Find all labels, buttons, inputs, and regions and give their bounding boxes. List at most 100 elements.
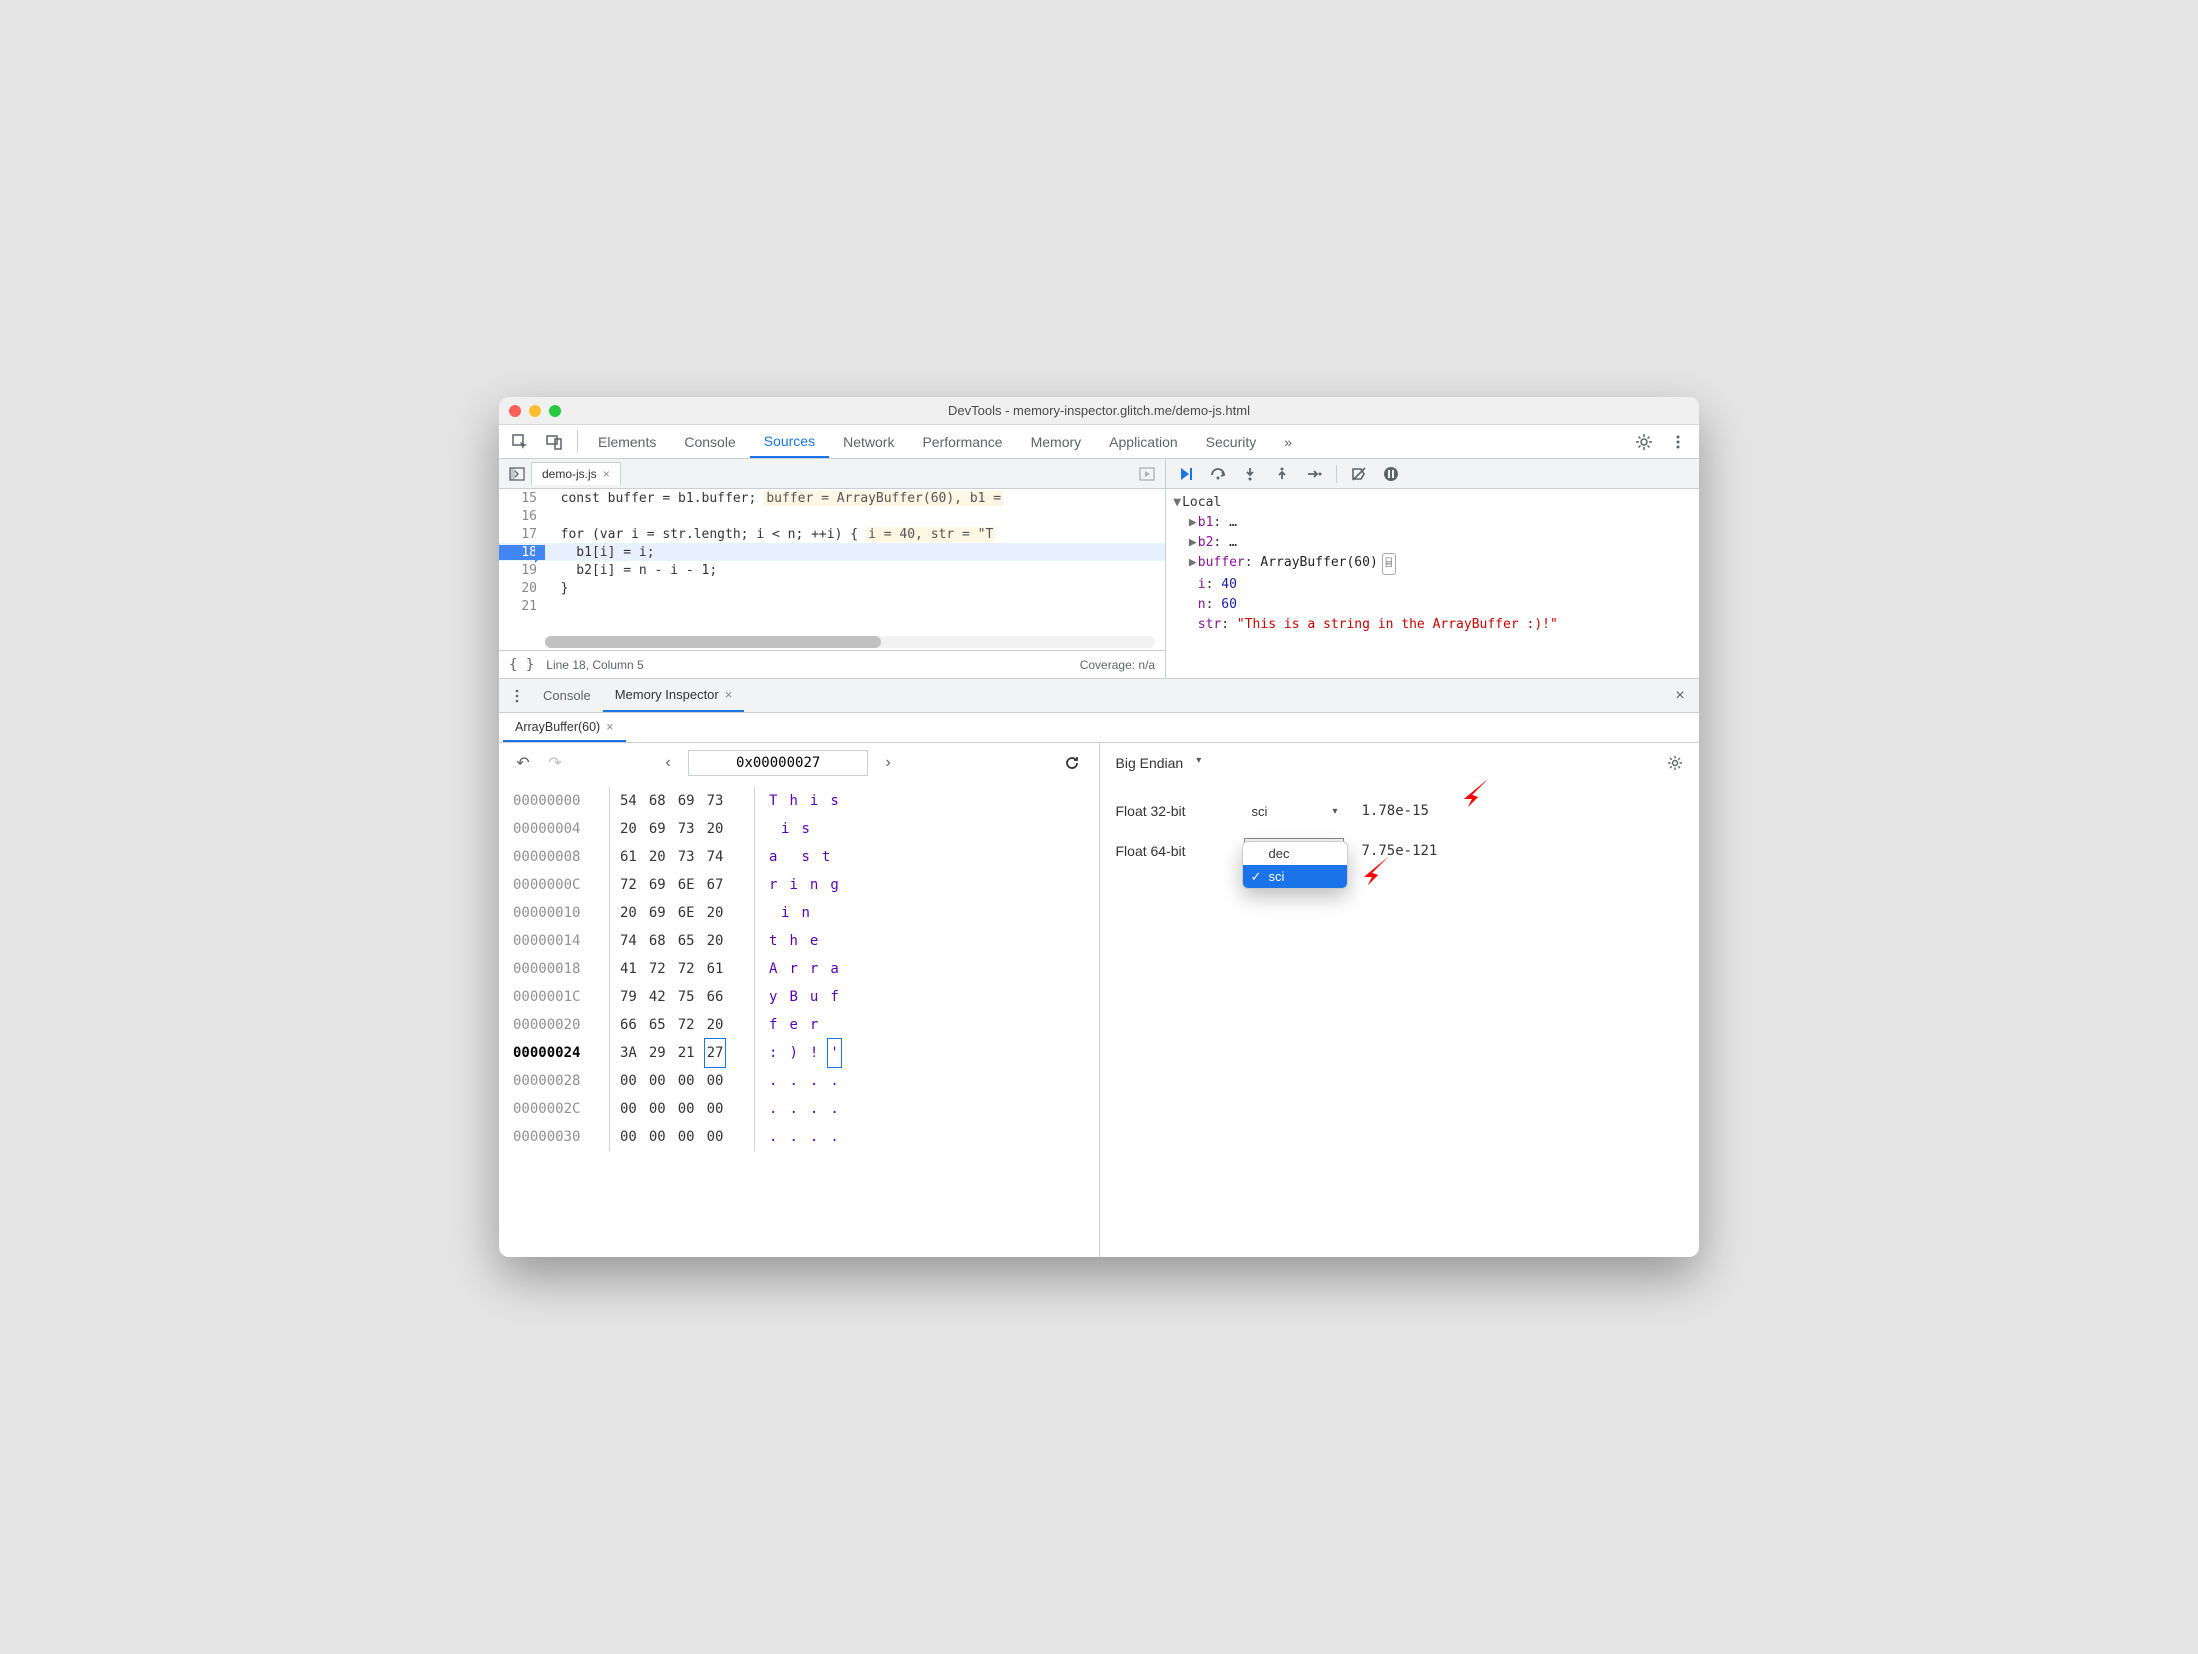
drawer-tab-memory-inspector[interactable]: Memory Inspector × (603, 679, 745, 712)
hex-byte[interactable]: 72 (678, 1011, 695, 1039)
hex-byte[interactable]: 74 (707, 843, 724, 871)
hex-byte[interactable]: 42 (649, 983, 666, 1011)
ascii-char[interactable]: s (830, 787, 838, 815)
ascii-char[interactable]: . (830, 1095, 838, 1123)
tab-application[interactable]: Application (1095, 425, 1192, 458)
navigator-toggle-icon[interactable] (503, 466, 531, 482)
ascii-char[interactable]: i (789, 871, 797, 899)
ascii-char[interactable]: . (789, 1123, 797, 1151)
reveal-in-memory-icon[interactable]: ⌸ (1382, 553, 1396, 575)
hex-row[interactable]: 0000000054686973This (513, 787, 1085, 815)
hex-byte[interactable]: 20 (707, 1011, 724, 1039)
tab-console[interactable]: Console (670, 425, 749, 458)
hex-byte[interactable]: 41 (620, 955, 637, 983)
hex-byte[interactable]: 67 (707, 871, 724, 899)
close-icon[interactable]: × (603, 467, 610, 481)
hex-byte[interactable]: 68 (649, 787, 666, 815)
drawer-tab-console[interactable]: Console (531, 679, 603, 712)
code-editor[interactable]: 15 const buffer = b1.buffer;buffer = Arr… (499, 489, 1165, 650)
hex-byte[interactable]: 3A (620, 1039, 637, 1067)
hex-row[interactable]: 0000001C79427566yBuf (513, 983, 1085, 1011)
hex-byte[interactable]: 72 (678, 955, 695, 983)
hex-byte[interactable]: 65 (649, 1011, 666, 1039)
code-line[interactable]: 17 for (var i = str.length; i < n; ++i) … (499, 525, 1165, 543)
device-toolbar-icon[interactable] (537, 425, 571, 458)
value-settings-gear-icon[interactable] (1667, 755, 1683, 771)
pause-on-exceptions-icon[interactable] (1381, 464, 1401, 484)
hex-byte[interactable]: 00 (620, 1067, 637, 1095)
ascii-char[interactable]: B (789, 983, 797, 1011)
dropdown-option-sci[interactable]: sci (1243, 865, 1347, 888)
settings-gear-icon[interactable] (1627, 425, 1661, 458)
refresh-icon[interactable] (1063, 754, 1087, 772)
hex-byte[interactable]: 73 (678, 815, 695, 843)
ascii-char[interactable]: . (789, 1095, 797, 1123)
hex-row[interactable]: 0000002C00000000.... (513, 1095, 1085, 1123)
hex-byte[interactable]: 69 (678, 787, 695, 815)
scope-variable[interactable]: ▶b1: … (1172, 513, 1693, 533)
hex-row[interactable]: 0000002066657220fer (513, 1011, 1085, 1039)
hex-byte[interactable]: 69 (649, 899, 666, 927)
hex-byte[interactable]: 00 (678, 1067, 695, 1095)
hex-byte[interactable]: 21 (678, 1039, 695, 1067)
ascii-char[interactable]: . (810, 1123, 818, 1151)
hex-byte[interactable]: 20 (707, 815, 724, 843)
ascii-char[interactable]: u (810, 983, 818, 1011)
code-line[interactable]: 20 } (499, 579, 1165, 597)
hex-byte[interactable]: 54 (620, 787, 637, 815)
inspect-element-icon[interactable] (503, 425, 537, 458)
pretty-print-icon[interactable]: { } (509, 657, 534, 673)
drawer-close-icon[interactable]: × (1665, 679, 1695, 712)
close-icon[interactable]: × (606, 720, 613, 734)
tab-memory[interactable]: Memory (1017, 425, 1096, 458)
ascii-char[interactable]: a (769, 843, 777, 871)
hex-row[interactable]: 0000003000000000.... (513, 1123, 1085, 1151)
hex-row[interactable]: 0000001841727261Arra (513, 955, 1085, 983)
hex-byte[interactable]: 00 (707, 1095, 724, 1123)
hex-byte[interactable]: 73 (678, 843, 695, 871)
ascii-char[interactable]: f (769, 1011, 777, 1039)
undo-icon[interactable]: ↶ (511, 753, 535, 773)
hex-byte[interactable]: 61 (620, 843, 637, 871)
deactivate-breakpoints-icon[interactable] (1349, 464, 1369, 484)
hex-byte[interactable]: 61 (707, 955, 724, 983)
ascii-char[interactable]: T (769, 787, 777, 815)
ascii-char[interactable]: ) (789, 1039, 797, 1067)
hex-byte[interactable]: 20 (620, 815, 637, 843)
hex-row[interactable]: 0000000420697320 is (513, 815, 1085, 843)
code-line[interactable]: 21 (499, 597, 1165, 615)
hex-byte[interactable]: 20 (707, 927, 724, 955)
tab-performance[interactable]: Performance (908, 425, 1016, 458)
ascii-char[interactable]: g (830, 871, 838, 899)
hex-byte[interactable]: 20 (620, 899, 637, 927)
scope-variable[interactable]: ▶buffer: ArrayBuffer(60)⌸ (1172, 553, 1693, 575)
step-over-icon[interactable] (1208, 464, 1228, 484)
hex-byte[interactable]: 72 (620, 871, 637, 899)
ascii-char[interactable]: ' (827, 1038, 841, 1068)
hex-row[interactable]: 000000243A292127:)!' (513, 1039, 1085, 1067)
step-into-icon[interactable] (1240, 464, 1260, 484)
ascii-char[interactable]: s (801, 815, 809, 843)
close-icon[interactable]: × (725, 687, 733, 702)
ascii-char[interactable]: r (789, 955, 797, 983)
scope-variables[interactable]: ▼Local ▶b1: … ▶b2: … ▶buffer: ArrayBuffe… (1166, 489, 1699, 678)
ascii-char[interactable]: e (789, 1011, 797, 1039)
code-line[interactable]: 18 b1[i] = i; (499, 543, 1165, 561)
hex-byte[interactable]: 00 (649, 1123, 666, 1151)
endianness-select[interactable]: Big Endian (1116, 751, 1202, 775)
hex-row[interactable]: 0000000861207374a st (513, 843, 1085, 871)
ascii-char[interactable]: . (769, 1067, 777, 1095)
scope-header[interactable]: ▼Local (1172, 493, 1693, 513)
address-input[interactable] (688, 750, 868, 776)
ascii-char[interactable]: n (801, 899, 809, 927)
ascii-char[interactable]: t (769, 927, 777, 955)
ascii-char[interactable]: . (830, 1067, 838, 1095)
ascii-char[interactable]: ! (810, 1039, 818, 1067)
ascii-char[interactable]: h (789, 927, 797, 955)
ascii-char[interactable]: t (822, 843, 830, 871)
code-line[interactable]: 16 (499, 507, 1165, 525)
ascii-char[interactable]: h (789, 787, 797, 815)
code-line[interactable]: 19 b2[i] = n - i - 1; (499, 561, 1165, 579)
hex-byte[interactable]: 6E (678, 871, 695, 899)
tab-network[interactable]: Network (829, 425, 908, 458)
